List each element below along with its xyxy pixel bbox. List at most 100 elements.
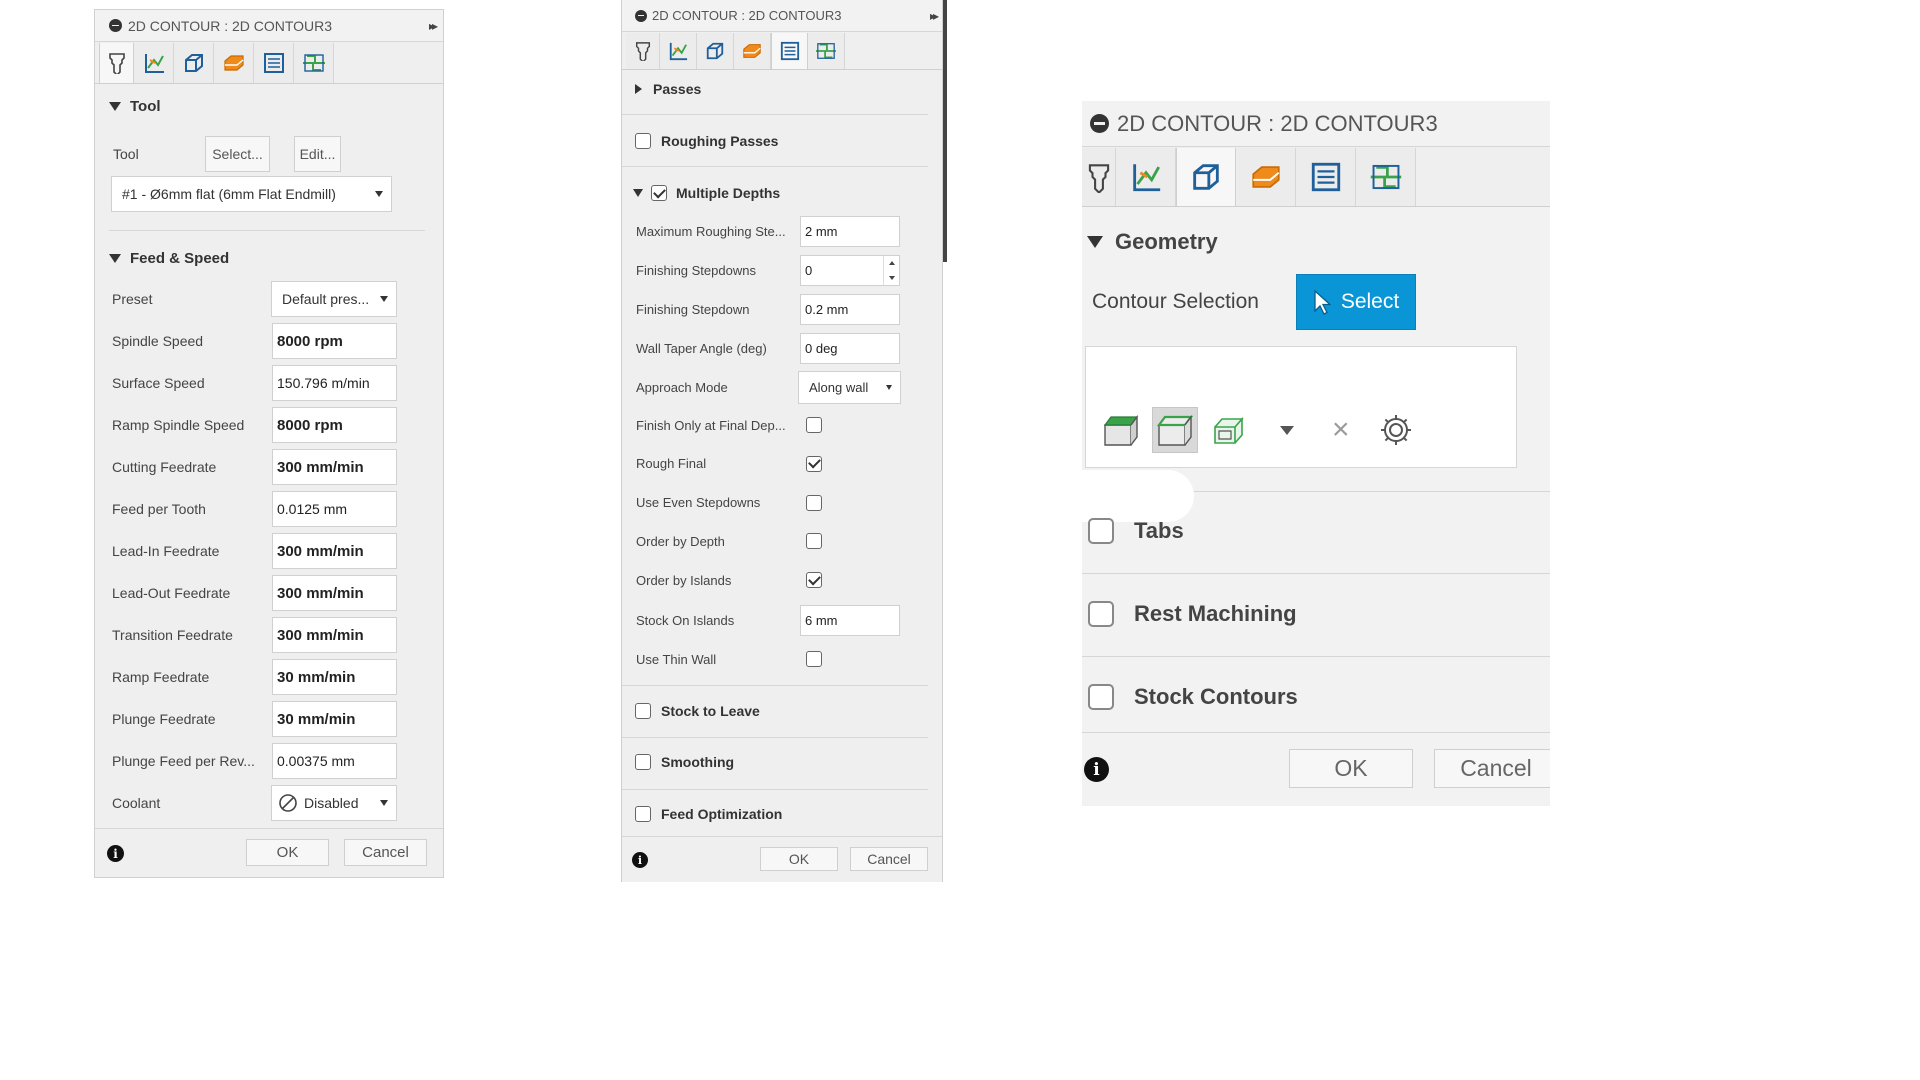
info-icon[interactable]: i — [632, 852, 648, 868]
max-roughing-input[interactable]: 2 mm — [800, 216, 900, 247]
edge-selection-tool[interactable] — [1152, 407, 1198, 453]
gear-icon[interactable] — [1378, 412, 1414, 448]
tab-linking[interactable] — [254, 43, 294, 83]
stepper-down-icon[interactable] — [888, 275, 895, 280]
collapse-icon[interactable] — [635, 9, 647, 22]
tab-geometry[interactable] — [697, 33, 734, 69]
tab-geometry[interactable] — [1176, 148, 1236, 206]
smoothing-row[interactable]: Smoothing — [635, 752, 734, 772]
feed-field-input[interactable]: 0.0125 mm — [272, 491, 397, 527]
tab-linking[interactable] — [1296, 148, 1356, 206]
cancel-button[interactable]: Cancel — [1434, 749, 1550, 788]
tab-heights[interactable] — [134, 43, 174, 83]
tab-heights[interactable] — [660, 33, 697, 69]
feed-field-input[interactable]: 8000 rpm — [272, 323, 397, 359]
tabs-row[interactable]: Tabs — [1088, 515, 1184, 547]
collapse-icon[interactable] — [1090, 114, 1109, 133]
stock-to-leave-row[interactable]: Stock to Leave — [635, 701, 760, 721]
tool-edit-button[interactable]: Edit... — [294, 136, 341, 172]
stock-islands-input[interactable]: 6 mm — [800, 605, 900, 636]
thin-wall-checkbox[interactable] — [806, 651, 822, 667]
rest-machining-row[interactable]: Rest Machining — [1088, 598, 1297, 630]
tab-passes[interactable] — [734, 33, 771, 69]
feed-field-input[interactable]: 30 mm/min — [272, 701, 397, 737]
collapse-icon[interactable] — [109, 19, 122, 32]
feed-field-input[interactable]: 8000 rpm — [272, 407, 397, 443]
option-checkbox[interactable] — [806, 533, 822, 550]
finishing-stepdowns-stepper[interactable]: 0 — [800, 255, 900, 286]
selection-box[interactable]: × — [1085, 346, 1517, 468]
option-checkbox-row[interactable]: Rough Final — [636, 452, 822, 476]
cancel-button[interactable]: Cancel — [344, 839, 427, 866]
feed-field-input[interactable]: 150.796 m/min — [272, 365, 397, 401]
feed-field-input[interactable]: 30 mm/min — [272, 659, 397, 695]
tabs-checkbox[interactable] — [1088, 518, 1114, 544]
tool-section-header[interactable]: Tool — [109, 96, 161, 116]
wall-taper-input[interactable]: 0 deg — [800, 333, 900, 364]
coolant-dropdown[interactable]: Disabled — [271, 785, 397, 821]
chevron-down-icon[interactable] — [1280, 425, 1294, 435]
option-checkbox[interactable] — [806, 417, 822, 433]
tab-tool[interactable] — [1082, 148, 1116, 206]
option-checkbox-row[interactable]: Order by Islands — [636, 568, 822, 592]
feed-field-label: Plunge Feedrate — [112, 711, 216, 727]
finishing-stepdown-input[interactable]: 0.2 mm — [800, 294, 900, 325]
tab-pattern[interactable] — [294, 43, 334, 83]
option-checkbox[interactable] — [806, 572, 822, 589]
feed-field-input[interactable]: 300 mm/min — [272, 533, 397, 569]
option-checkbox-row[interactable]: Order by Depth — [636, 529, 822, 553]
feed-field-input[interactable]: 0.00375 mm — [272, 743, 397, 779]
select-button[interactable]: Select — [1296, 274, 1416, 330]
info-icon[interactable]: i — [1084, 757, 1109, 782]
tab-passes[interactable] — [1236, 148, 1296, 206]
tab-tool[interactable] — [99, 43, 134, 83]
option-checkbox[interactable] — [806, 455, 822, 472]
option-checkbox[interactable] — [806, 494, 822, 511]
feed-section-header[interactable]: Feed & Speed — [109, 248, 229, 268]
tab-pattern[interactable] — [808, 33, 845, 69]
stock-contours-row[interactable]: Stock Contours — [1088, 681, 1298, 713]
info-icon[interactable]: i — [107, 845, 124, 862]
multiple-depths-checkbox[interactable] — [651, 185, 667, 201]
rest-machining-checkbox[interactable] — [1088, 601, 1114, 627]
sketch-selection-tool[interactable] — [1206, 407, 1252, 453]
solid-selection-tool[interactable] — [1098, 407, 1144, 453]
tab-passes[interactable] — [214, 43, 254, 83]
pattern-icon — [302, 54, 325, 72]
tab-geometry[interactable] — [174, 43, 214, 83]
tool-dropdown[interactable]: #1 - Ø6mm flat (6mm Flat Endmill) — [111, 176, 392, 212]
feed-field-input[interactable]: 300 mm/min — [272, 617, 397, 653]
tab-linking[interactable] — [771, 33, 808, 69]
feed-field-row: Ramp Feedrate 30 mm/min — [112, 659, 397, 695]
expand-icon[interactable]: ▸▸ — [429, 19, 438, 33]
geometry-section-header[interactable]: Geometry — [1087, 229, 1218, 255]
approach-mode-dropdown[interactable]: Along wall — [798, 371, 901, 404]
cancel-button[interactable]: Cancel — [850, 847, 928, 871]
roughing-passes-checkbox[interactable] — [635, 133, 651, 149]
option-checkbox-row[interactable]: Finish Only at Final Dep... — [636, 413, 822, 437]
ok-button[interactable]: OK — [760, 847, 838, 871]
feed-optimization-row[interactable]: Feed Optimization — [635, 804, 782, 824]
feed-field-input[interactable]: 300 mm/min — [272, 575, 397, 611]
stock-contours-checkbox[interactable] — [1088, 684, 1114, 710]
multiple-depths-row[interactable]: Multiple Depths — [633, 183, 780, 203]
preset-dropdown[interactable]: Default pres... — [271, 281, 397, 317]
passes-section-header[interactable]: Passes — [635, 80, 701, 98]
roughing-passes-row[interactable]: Roughing Passes — [635, 131, 778, 151]
panel-title-bar: 2D CONTOUR : 2D CONTOUR3 — [1082, 101, 1550, 147]
tool-icon — [635, 42, 650, 61]
tool-select-button[interactable]: Select... — [205, 136, 270, 172]
option-checkbox-row[interactable]: Use Even Stepdowns — [636, 491, 822, 515]
feed-optimization-checkbox[interactable] — [635, 806, 651, 822]
tab-tool[interactable] — [626, 33, 660, 69]
smoothing-checkbox[interactable] — [635, 754, 651, 770]
expand-icon[interactable]: ▸▸ — [930, 9, 939, 23]
stock-to-leave-checkbox[interactable] — [635, 703, 651, 719]
tab-pattern[interactable] — [1356, 148, 1416, 206]
ok-button[interactable]: OK — [246, 839, 329, 866]
stepper-up-icon[interactable] — [888, 261, 895, 266]
ok-button[interactable]: OK — [1289, 749, 1413, 788]
feed-field-input[interactable]: 300 mm/min — [272, 449, 397, 485]
tab-heights[interactable] — [1116, 148, 1176, 206]
clear-selection-icon[interactable]: × — [1332, 415, 1350, 445]
